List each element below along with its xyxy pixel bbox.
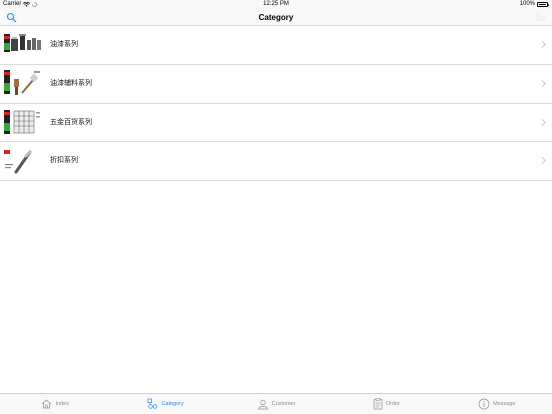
battery-icon: [537, 2, 549, 7]
person-icon: [257, 399, 268, 409]
tab-label: Customer: [271, 401, 296, 407]
paint-products-thumbnail: [4, 34, 41, 52]
status-bar: Carrier 12:25 PM 100%: [0, 0, 552, 9]
battery-percentage: 100%: [519, 1, 535, 7]
page-title: Category: [258, 13, 294, 22]
tab-index[interactable]: Index: [0, 394, 110, 414]
tab-message[interactable]: Message: [442, 394, 552, 414]
tab-label: Index: [55, 401, 69, 407]
tab-customer[interactable]: Customer: [221, 394, 331, 414]
category-icon: [148, 398, 158, 409]
category-row[interactable]: 折扣系列: [0, 142, 552, 181]
category-label: 油漆辅料系列: [50, 79, 92, 87]
chevron-right-icon: [541, 79, 546, 87]
battery-indicator: 100%: [519, 0, 549, 9]
tab-category[interactable]: Category: [110, 394, 220, 414]
discount-products-thumbnail: [4, 150, 32, 174]
status-time: 12:25 PM: [263, 1, 289, 7]
tab-label: Order: [385, 401, 400, 407]
user-menu-icon[interactable]: [534, 12, 546, 23]
hardware-goods-thumbnail: [4, 109, 40, 134]
chevron-right-icon: [541, 118, 546, 126]
category-label: 折扣系列: [50, 157, 78, 165]
chevron-right-icon: [541, 40, 546, 49]
paint-accessories-thumbnail: [4, 69, 40, 95]
category-row[interactable]: 五金百货系列: [0, 104, 552, 143]
info-icon: [478, 398, 490, 410]
tab-label: Message: [493, 401, 516, 407]
category-row[interactable]: 油漆辅料系列: [0, 65, 552, 104]
category-list: 油漆系列 油漆辅料系列 五金百货系列 折扣系列: [0, 26, 552, 181]
category-label: 五金百货系列: [50, 118, 92, 126]
house-icon: [42, 399, 52, 409]
chevron-right-icon: [541, 157, 546, 165]
category-label: 油漆系列: [50, 41, 78, 48]
order-icon: [373, 398, 383, 410]
tab-label: Category: [161, 401, 184, 407]
tab-bar: Index Category Customer Order Message: [0, 393, 552, 414]
category-row[interactable]: 油漆系列: [0, 26, 552, 65]
tab-order[interactable]: Order: [331, 394, 441, 414]
navigation-bar: Category: [0, 9, 552, 26]
